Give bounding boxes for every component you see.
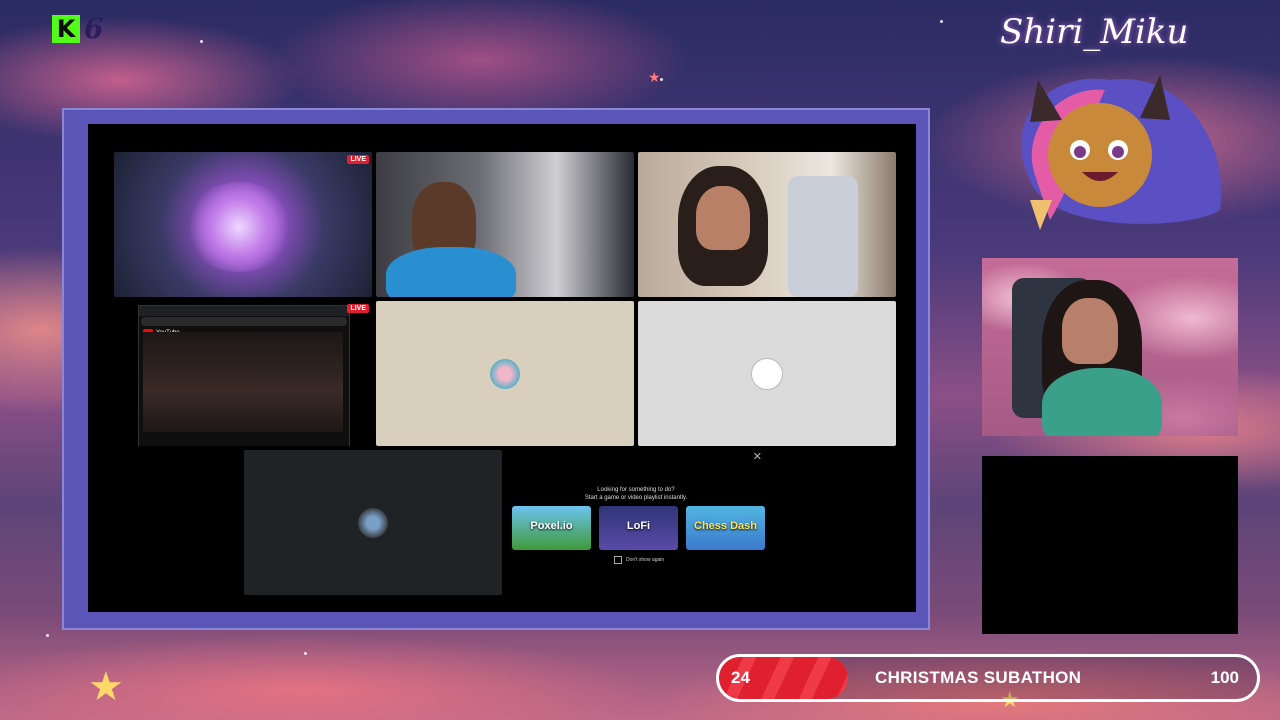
kick-icon: K [52,14,80,43]
card-label: Poxel.io [530,520,573,532]
browser-tabs [139,306,349,316]
dont-show-label: Don't show again [626,557,665,563]
promo-title: Looking for something to do? Start a gam… [506,486,766,502]
kick-count: 6 [84,12,104,45]
dont-show-again[interactable]: Don't show again [614,556,664,564]
avatar [490,358,520,389]
tile-webcam-woman[interactable] [638,152,896,297]
browser-window: YouTube [138,305,350,446]
card-label: Chess Dash [694,520,757,532]
promo-line-1: Looking for something to do? [597,487,675,493]
tile-avatar-1[interactable] [376,301,634,446]
subathon-title: CHRISTMAS SUBATHON [875,668,1082,687]
sparkle [940,20,943,23]
shared-screen: LIVE YouTube LIVE ✕ Looking fo [88,124,916,612]
video-player [143,332,343,432]
tile-webcam-man[interactable] [376,152,634,297]
tile-game-stream[interactable]: LIVE [114,152,372,297]
streamer-name: Shiri_Miku [1000,12,1189,52]
address-bar [141,317,347,326]
tile-youtube-share[interactable]: YouTube LIVE [114,301,372,446]
subathon-bar: 24 CHRISTMAS SUBATHON 100 [716,654,1260,702]
promo-line-2: Start a game or video playlist instantly… [584,495,688,501]
live-badge: LIVE [347,304,369,313]
card-poxel[interactable]: Poxel.io [512,506,591,550]
close-icon[interactable]: ✕ [753,450,762,463]
person-body [1042,368,1162,436]
streamer-webcam [982,258,1238,436]
tile-avatar-2[interactable] [638,301,896,446]
kick-logo: K 6 [52,12,103,45]
avatar [751,357,783,390]
card-label: LoFi [626,520,651,532]
card-chess-dash[interactable]: Chess Dash [686,506,765,550]
person-face [1062,298,1118,364]
game-effect [184,182,294,272]
star-icon: ★ [648,70,661,86]
star-icon: ★ [88,664,124,710]
promo-cards: Poxel.io LoFi Chess Dash [512,506,765,550]
avatar [358,507,388,538]
subathon-current: 24 [731,668,750,687]
live-badge: LIVE [347,155,369,164]
person-face [696,186,750,250]
sparkle [304,652,307,655]
tile-avatar-3[interactable] [244,450,502,595]
checkbox[interactable] [614,556,622,564]
mascot-image [1021,75,1222,230]
card-lofi[interactable]: LoFi [599,506,678,550]
person-shirt [386,247,516,297]
chat-overlay [982,456,1238,634]
sparkle [46,634,49,637]
gaming-chair [788,176,858,297]
subathon-goal: 100 [1210,668,1239,687]
sparkle [200,40,203,43]
activity-promo: ✕ Looking for something to do? Start a g… [506,450,766,595]
